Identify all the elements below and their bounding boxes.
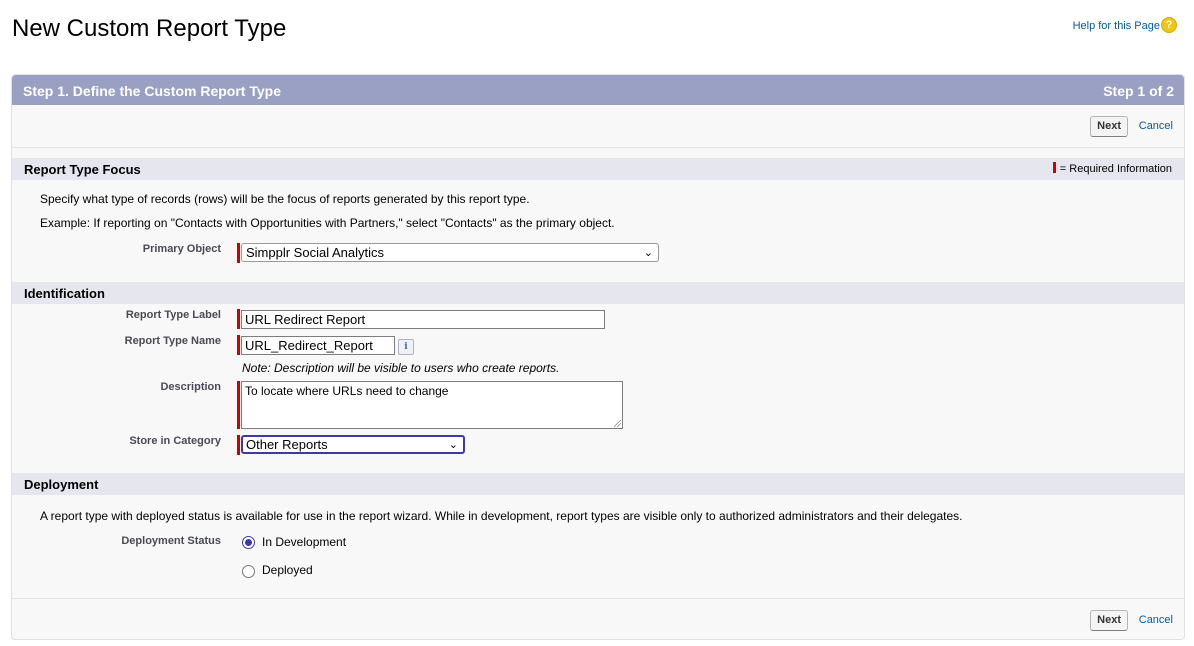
required-bar-icon xyxy=(1052,162,1056,173)
required-legend-text: = Required Information xyxy=(1059,163,1172,175)
focus-description: Specify what type of records (rows) will… xyxy=(40,192,530,206)
section-title-deployment: Deployment xyxy=(24,477,99,492)
help-link[interactable]: Help for this Page xyxy=(1073,20,1160,32)
primary-object-value: Simpplr Social Analytics xyxy=(246,245,384,260)
radio-label-deployed[interactable]: Deployed xyxy=(262,563,313,577)
primary-object-select[interactable]: Simpplr Social Analytics ⌄ xyxy=(241,243,659,262)
chevron-down-icon: ⌄ xyxy=(448,439,458,451)
cancel-link-bottom[interactable]: Cancel xyxy=(1139,614,1173,626)
required-marker xyxy=(237,309,240,329)
section-header-deployment: Deployment xyxy=(12,473,1184,495)
next-button-top[interactable]: Next xyxy=(1090,116,1128,137)
required-legend: = Required Information xyxy=(1052,162,1172,175)
deployment-status-label: Deployment Status xyxy=(121,535,221,547)
description-label: Description xyxy=(160,381,221,393)
radio-deployed[interactable] xyxy=(242,565,255,578)
question-circle-icon[interactable]: ? xyxy=(1161,17,1177,33)
radio-in-development[interactable] xyxy=(242,536,255,549)
required-marker xyxy=(237,335,240,355)
section-title-focus: Report Type Focus xyxy=(24,162,141,177)
description-value: To locate where URLs need to change xyxy=(245,384,449,398)
focus-example: Example: If reporting on "Contacts with … xyxy=(40,216,615,230)
required-marker xyxy=(237,381,240,429)
report-type-label-input[interactable] xyxy=(241,310,605,329)
info-icon[interactable]: i xyxy=(398,339,414,355)
wizard-panel: Step 1. Define the Custom Report Type St… xyxy=(11,74,1185,640)
resize-handle-icon[interactable] xyxy=(614,420,621,427)
category-select[interactable]: Other Reports ⌄ xyxy=(241,435,465,454)
cancel-link-top[interactable]: Cancel xyxy=(1139,120,1173,132)
description-textarea[interactable]: To locate where URLs need to change xyxy=(241,381,623,429)
category-value: Other Reports xyxy=(246,437,328,452)
next-button-bottom[interactable]: Next xyxy=(1090,610,1128,631)
deployment-text: A report type with deployed status is av… xyxy=(40,509,963,523)
radio-label-in-development[interactable]: In Development xyxy=(262,535,346,549)
report-type-name-input[interactable] xyxy=(241,336,395,355)
step-header: Step 1. Define the Custom Report Type St… xyxy=(12,75,1184,105)
report-type-name-label: Report Type Name xyxy=(124,335,221,347)
top-button-bar: Next Cancel xyxy=(12,105,1184,148)
step-count: Step 1 of 2 xyxy=(1103,83,1174,99)
section-header-focus: Report Type Focus = Required Information xyxy=(12,158,1184,180)
page-title: New Custom Report Type xyxy=(12,15,287,42)
section-title-identification: Identification xyxy=(24,286,105,301)
step-title: Step 1. Define the Custom Report Type xyxy=(23,83,281,99)
section-header-identification: Identification xyxy=(12,282,1184,304)
description-note: Note: Description will be visible to use… xyxy=(242,361,560,375)
required-marker xyxy=(237,435,240,455)
store-in-category-label: Store in Category xyxy=(129,435,221,447)
required-marker xyxy=(237,243,240,263)
chevron-down-icon: ⌄ xyxy=(643,247,653,259)
bottom-button-bar: Next Cancel xyxy=(12,598,1184,641)
report-type-label-label: Report Type Label xyxy=(125,309,221,321)
primary-object-label: Primary Object xyxy=(142,243,221,255)
